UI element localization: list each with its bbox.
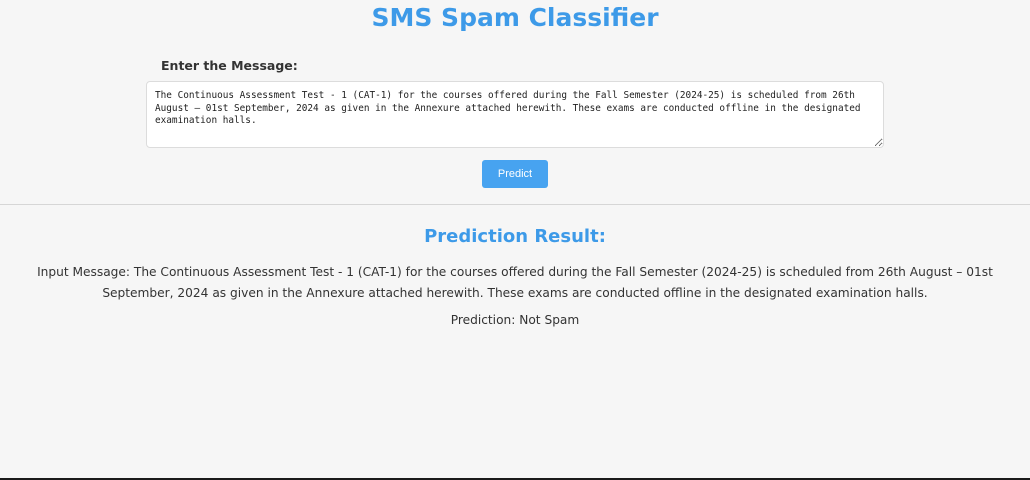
- page: SMS Spam Classifier Enter the Message: T…: [0, 0, 1030, 480]
- page-title: SMS Spam Classifier: [371, 3, 659, 32]
- message-input[interactable]: The Continuous Assessment Test - 1 (CAT-…: [146, 81, 884, 148]
- result-title: Prediction Result:: [424, 226, 606, 247]
- message-form: Enter the Message: The Continuous Assess…: [146, 58, 884, 148]
- result-input-message: Input Message: The Continuous Assessment…: [37, 265, 993, 300]
- message-label: Enter the Message:: [161, 58, 298, 73]
- section-divider: [0, 204, 1030, 205]
- result-prediction: Prediction: Not Spam: [450, 313, 580, 327]
- predict-button[interactable]: Predict: [482, 160, 548, 188]
